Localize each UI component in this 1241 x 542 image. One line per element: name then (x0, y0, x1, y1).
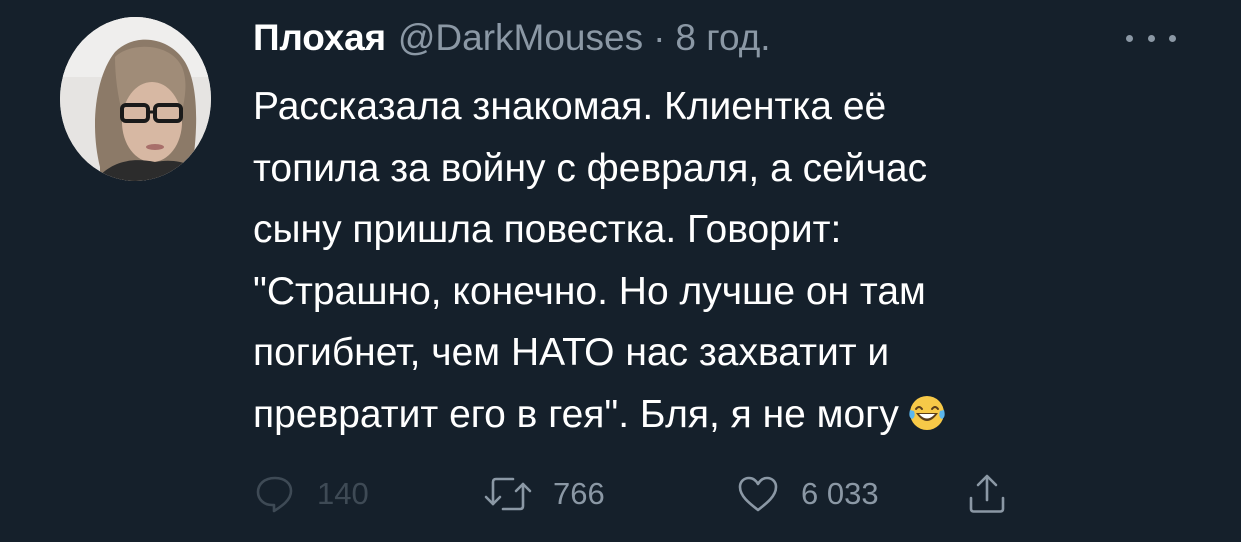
more-horizontal-icon[interactable] (1126, 28, 1176, 48)
heart-icon (738, 476, 778, 512)
retweet-icon (484, 477, 532, 511)
tweet-text-line-last: превратит его в гея". Бля, я не могу (253, 384, 1153, 446)
tweet-text: Рассказала знакомая. Клиентка её топила … (253, 76, 1153, 445)
tweet[interactable]: Плохая @DarkMouses · 8 год. Рассказала з… (0, 0, 1241, 542)
share-icon (969, 474, 1005, 513)
display-name[interactable]: Плохая (253, 17, 386, 59)
reply-icon (256, 476, 293, 513)
retweet-button[interactable]: 766 (483, 470, 605, 518)
share-button[interactable] (965, 470, 1009, 518)
reply-button[interactable]: 140 (253, 470, 369, 518)
user-handle[interactable]: @DarkMouses (398, 17, 643, 59)
laughing-tears-emoji-icon (909, 395, 945, 430)
separator-dot: · (653, 17, 666, 58)
avatar-image (60, 17, 211, 181)
like-button[interactable]: 6 033 (735, 470, 879, 518)
tweet-text-line: Рассказала знакомая. Клиентка её (253, 85, 887, 128)
avatar[interactable] (60, 17, 211, 181)
tweet-actions: 140 766 6 033 (253, 470, 1053, 518)
retweet-count: 766 (553, 476, 605, 511)
tweet-text-line: сыну пришла повестка. Говорит: (253, 208, 842, 251)
like-count: 6 033 (801, 476, 879, 511)
tweet-text-line: "Страшно, конечно. Но лучше он там (253, 269, 926, 313)
reply-count: 140 (317, 476, 369, 511)
tweet-text-line: погибнет, чем НАТО нас захватит и (253, 331, 890, 374)
tweet-time[interactable]: 8 год. (675, 17, 770, 59)
tweet-text-line: топила за войну с февраля, а сейчас (253, 146, 928, 190)
tweet-header: Плохая @DarkMouses · 8 год. (253, 17, 771, 65)
tweet-text-line-content: превратит его в гея". Бля, я не могу (253, 392, 899, 436)
